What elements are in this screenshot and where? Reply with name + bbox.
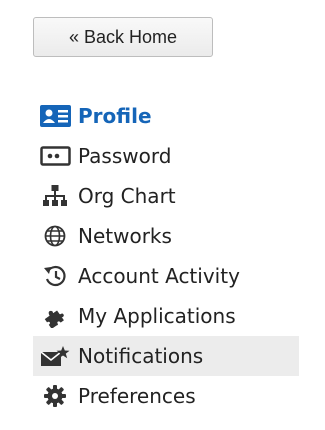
nav-item-label: Org Chart <box>78 184 176 208</box>
nav-item-my-applications[interactable]: My Applications <box>33 296 299 336</box>
nav-item-profile[interactable]: Profile <box>33 96 299 136</box>
password-icon <box>39 143 71 169</box>
globe-icon <box>39 223 71 249</box>
nav-item-account-activity[interactable]: Account Activity <box>33 256 299 296</box>
nav-item-label: My Applications <box>78 304 236 328</box>
nav-item-label: Account Activity <box>78 264 240 288</box>
nav-item-label: Preferences <box>78 384 196 408</box>
gear-icon <box>39 383 71 409</box>
envelope-star-icon <box>39 343 71 369</box>
history-icon <box>39 263 71 289</box>
back-home-button[interactable]: « Back Home <box>33 17 213 57</box>
nav-item-networks[interactable]: Networks <box>33 216 299 256</box>
nav-item-password[interactable]: Password <box>33 136 299 176</box>
settings-nav: Profile Password Org Chart Networks Acco… <box>33 96 299 416</box>
nav-item-label: Profile <box>78 104 152 128</box>
nav-item-label: Networks <box>78 224 172 248</box>
nav-item-label: Notifications <box>78 344 204 368</box>
puzzle-icon <box>39 303 71 329</box>
profile-card-icon <box>39 103 71 129</box>
org-chart-icon <box>39 183 71 209</box>
nav-item-label: Password <box>78 144 172 168</box>
nav-item-org-chart[interactable]: Org Chart <box>33 176 299 216</box>
nav-item-preferences[interactable]: Preferences <box>33 376 299 416</box>
nav-item-notifications[interactable]: Notifications <box>33 336 299 376</box>
